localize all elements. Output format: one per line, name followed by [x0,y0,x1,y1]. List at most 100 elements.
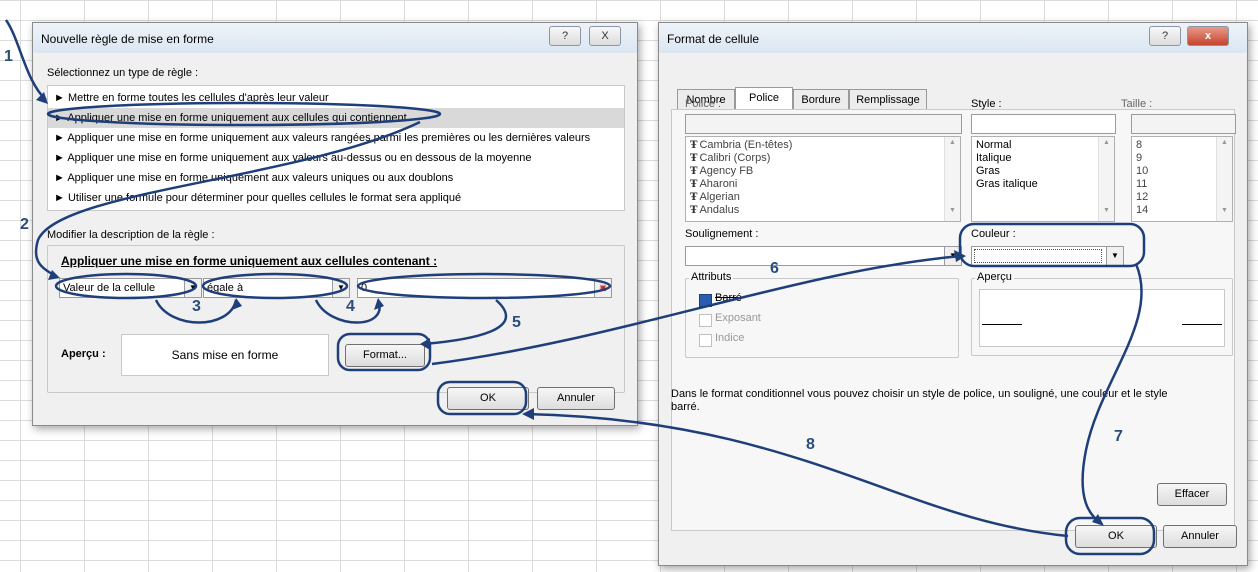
clear-button[interactable]: Effacer [1157,483,1227,506]
cancel-button[interactable]: Annuler [537,387,615,410]
font-input[interactable] [685,114,962,134]
dialog-title: Format de cellule [667,32,760,46]
font-list-item[interactable]: Ŧ Agency FB [686,165,960,178]
truetype-icon: Ŧ [690,192,698,203]
truetype-icon: Ŧ [690,140,698,151]
scroll-up-icon[interactable]: ▲ [945,139,960,151]
select-rule-type-label: Sélectionnez un type de règle : [47,67,199,79]
scroll-down-icon[interactable]: ▼ [1099,207,1114,219]
rule-type-item[interactable]: ► Appliquer une mise en forme uniquement… [48,128,624,148]
close-button[interactable]: X [589,26,621,46]
superscript-checkbox[interactable] [699,314,712,327]
cell-reference-icon[interactable]: ▣ [594,279,611,297]
annotation-number: 1 [4,48,13,65]
color-select[interactable]: ▼ [971,246,1124,266]
title-bar: Nouvelle règle de mise en forme ? X [33,23,637,53]
operator-value: égale à [207,282,244,294]
rule-type-list: ► Mettre en forme toutes les cellules d'… [47,85,625,211]
scroll-down-icon[interactable]: ▼ [1217,207,1232,219]
style-list-scrollbar[interactable]: ▲ ▼ [1098,137,1114,221]
truetype-icon: Ŧ [690,179,698,190]
annotation-number: 4 [346,298,355,315]
new-formatting-rule-dialog: Nouvelle règle de mise en forme ? X Séle… [32,22,638,426]
size-input[interactable] [1131,114,1236,134]
preview-text: Sans mise en forme [171,348,279,362]
attributes-label: Attributs [689,271,734,283]
preview-label: Aperçu [975,271,1014,283]
scroll-down-icon[interactable]: ▼ [945,207,960,219]
font-list-item[interactable]: Ŧ Algerian [686,191,960,204]
annotation-number: 6 [770,260,779,277]
ok-button[interactable]: OK [447,387,529,410]
annotation-number: 7 [1114,428,1123,445]
ok-button[interactable]: OK [1075,525,1157,548]
truetype-icon: Ŧ [690,153,698,164]
rule-type-item[interactable]: ► Mettre en forme toutes les cellules d'… [48,88,624,108]
rule-type-item-selected[interactable]: ► Appliquer une mise en forme uniquement… [48,108,624,128]
preview-box [979,289,1225,347]
style-list[interactable]: Normal Italique Gras Gras italique ▲ ▼ [971,136,1115,222]
info-text-line2: barré. [671,401,700,413]
preview-box: Sans mise en forme [121,334,329,376]
truetype-icon: Ŧ [690,166,698,177]
tab-fill[interactable]: Remplissage [849,89,927,110]
style-list-item[interactable]: Gras [972,165,1114,178]
format-button[interactable]: Format... [345,344,425,367]
underline-select[interactable]: ▼ [685,246,962,266]
annotation-number: 8 [806,436,815,453]
help-button[interactable]: ? [1149,26,1181,46]
format-cells-dialog: Format de cellule ? x Nombre Police Bord… [658,22,1248,566]
close-button[interactable]: x [1187,26,1229,46]
font-list-item[interactable]: Ŧ Andalus [686,204,960,217]
scroll-up-icon[interactable]: ▲ [1217,139,1232,151]
underline-label: Soulignement : [685,228,759,240]
subscript-checkbox[interactable] [699,334,712,347]
apply-format-heading: Appliquer une mise en forme uniquement a… [61,254,438,268]
font-list[interactable]: Ŧ Cambria (En-têtes) Ŧ Calibri (Corps) Ŧ Ag… [685,136,961,222]
font-list-item[interactable]: Ŧ Aharoni [686,178,960,191]
condition-select[interactable]: Valeur de la cellule ▼ [59,278,202,298]
condition-value: Valeur de la cellule [63,282,156,294]
size-list[interactable]: 8 9 10 11 12 14 ▲ ▼ [1131,136,1233,222]
chevron-down-icon[interactable]: ▼ [184,279,201,297]
tab-font[interactable]: Police [735,87,793,110]
style-list-item[interactable]: Normal [972,139,1114,152]
font-list-item[interactable]: Ŧ Cambria (En-têtes) [686,139,960,152]
size-label: Taille : [1121,98,1153,110]
annotation-number: 2 [20,216,29,233]
strikethrough-checkbox[interactable] [699,294,712,307]
style-label: Style : [971,98,1002,110]
rule-type-item[interactable]: ► Appliquer une mise en forme uniquement… [48,148,624,168]
rule-type-item[interactable]: ► Appliquer une mise en forme uniquement… [48,168,624,188]
style-list-item[interactable]: Italique [972,152,1114,165]
annotation-number: 5 [512,314,521,331]
annotation-number: 3 [192,298,201,315]
font-list-item[interactable]: Ŧ Calibri (Corps) [686,152,960,165]
value-text: 0 [361,282,368,294]
tab-border[interactable]: Bordure [793,89,849,110]
operator-select[interactable]: égale à ▼ [203,278,350,298]
size-list-scrollbar[interactable]: ▲ ▼ [1216,137,1232,221]
chevron-down-icon[interactable]: ▼ [1106,247,1123,265]
chevron-down-icon[interactable]: ▼ [332,279,349,297]
subscript-label[interactable]: Indice [715,332,744,344]
font-label: Police : [685,98,722,110]
chevron-down-icon[interactable]: ▼ [944,247,961,265]
info-text-line1: Dans le format conditionnel vous pouvez … [671,388,1168,400]
preview-label: Aperçu : [61,348,106,360]
style-input[interactable] [971,114,1116,134]
scroll-up-icon[interactable]: ▲ [1099,139,1114,151]
rule-type-item[interactable]: ► Utiliser une formule pour déterminer p… [48,188,624,208]
help-button[interactable]: ? [549,26,581,46]
cancel-button[interactable]: Annuler [1163,525,1237,548]
font-list-scrollbar[interactable]: ▲ ▼ [944,137,960,221]
edit-rule-description-label: Modifier la description de la règle : [47,229,215,241]
truetype-icon: Ŧ [690,205,698,216]
strikethrough-label[interactable]: Barré [715,292,742,304]
title-bar: Format de cellule ? x [659,23,1247,53]
superscript-label[interactable]: Exposant [715,312,761,324]
dialog-title: Nouvelle règle de mise en forme [41,32,214,46]
color-swatch [974,249,1102,263]
value-input[interactable]: 0 ▣ [357,278,612,298]
style-list-item[interactable]: Gras italique [972,178,1114,191]
